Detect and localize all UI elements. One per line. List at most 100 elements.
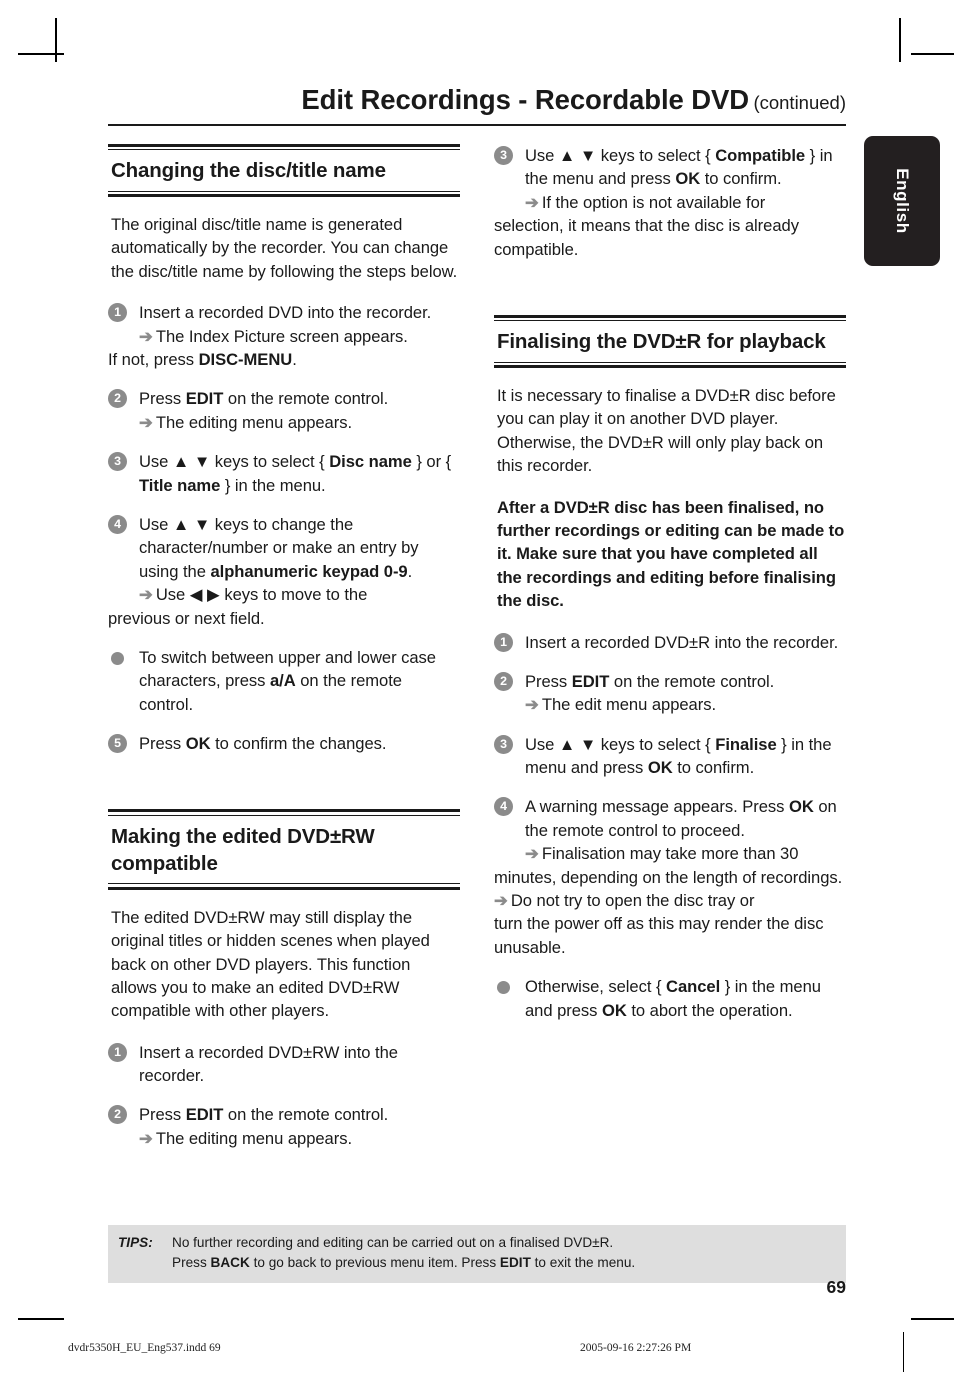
- language-tab-english: English: [864, 136, 940, 266]
- rule-thick: [494, 314, 846, 318]
- tips-line2-e: to exit the menu.: [530, 1255, 636, 1271]
- rule-thick: [108, 886, 460, 890]
- bullet-item: Otherwise, select { Cancel } in the menu…: [494, 975, 846, 1022]
- step-text: Insert a recorded DVD into the recorder.: [139, 303, 432, 323]
- step-plain-2: } or {: [411, 452, 452, 472]
- arrow-icon: ➔: [494, 891, 508, 911]
- step-plain-2: on the remote control.: [223, 1105, 389, 1125]
- heading-text: Making the edited DVD±RW compatible: [111, 824, 375, 876]
- step-plain: Use ▲ ▼ keys to select {: [525, 146, 716, 165]
- step-plain: Press: [139, 389, 186, 409]
- step-plain: Press: [139, 734, 186, 754]
- bullet-bold: a/A: [269, 671, 296, 691]
- step-bold: OK: [185, 734, 211, 754]
- step-plain-3: to confirm.: [672, 758, 755, 778]
- section-heading-changing-disc-title-name: Changing the disc/title name: [108, 144, 460, 198]
- step-item: 2 Press EDIT on the remote control. ➔ The…: [108, 387, 460, 434]
- subnote-text: The editing menu appears.: [155, 412, 353, 432]
- step-plain: Use ▲ ▼ keys to select {: [525, 734, 716, 754]
- step-bold: Compatible: [715, 146, 806, 165]
- step-tail: minutes, depending on the length of reco…: [494, 867, 843, 887]
- step-item: 5 Press OK to confirm the changes.: [108, 732, 460, 755]
- step-plain-2: to confirm the changes.: [210, 734, 387, 754]
- step-tail: previous or next field.: [108, 608, 265, 628]
- crop-mark-bottom-left-horizontal: [18, 1318, 64, 1320]
- step-bold: EDIT: [185, 1105, 224, 1125]
- step-subnote: ➔ If the option is not available for: [525, 191, 846, 214]
- section-heading-making-edited-dvdrw-compatible: Making the edited DVD±RW compatible: [108, 809, 460, 890]
- section2-intro-paragraph: The edited DVD±RW may still display the …: [111, 907, 430, 1021]
- step-plain: Press: [525, 671, 572, 691]
- rule-thin: [108, 190, 460, 192]
- step-marker: 1: [108, 1042, 127, 1062]
- step-bold-2: OK: [647, 758, 673, 778]
- tips-box: TIPS: No further recording and editing c…: [108, 1225, 846, 1283]
- tail-plain: If not, press: [108, 349, 199, 369]
- step-item: 1 Insert a recorded DVD into the recorde…: [108, 301, 460, 371]
- tips-lines: No further recording and editing can be …: [172, 1233, 846, 1274]
- step-subnote-2: ➔ Do not try to open the disc tray or: [494, 889, 846, 912]
- step-item-continued: 3 Use ▲ ▼ keys to select { Compatible } …: [494, 144, 846, 261]
- step-marker: 1: [108, 303, 127, 323]
- step-subnote: ➔ Finalisation may take more than 30: [525, 842, 846, 865]
- subnote-text: If the option is not available for: [541, 192, 766, 212]
- running-head: Edit Recordings - Recordable DVD (contin…: [108, 84, 846, 120]
- subnote-text: The Index Picture screen appears.: [155, 326, 408, 346]
- tail-bold: DISC-MENU: [198, 349, 293, 369]
- step-subnote: ➔ The Index Picture screen appears.: [139, 325, 460, 348]
- subnote-text: Finalisation may take more than 30: [541, 844, 799, 864]
- step-item: 3 Use ▲ ▼ keys to select { Finalise } in…: [494, 733, 846, 780]
- step-item: 1 Insert a recorded DVD±R into the recor…: [494, 631, 846, 654]
- arrow-icon: ➔: [525, 844, 539, 864]
- rule-thick: [108, 194, 460, 198]
- step-subnote: ➔ The editing menu appears.: [139, 411, 460, 434]
- step-marker: 5: [108, 734, 127, 754]
- step-plain: A warning message appears. Press: [525, 797, 789, 817]
- subnote-text-2: Do not try to open the disc tray or: [510, 891, 755, 911]
- step-item: 4 A warning message appears. Press OK on…: [494, 795, 846, 959]
- bullet-bold-2: OK: [601, 1000, 627, 1020]
- tips-line2-c: to go back to previous menu item. Press: [249, 1255, 500, 1271]
- step-bold: EDIT: [571, 671, 610, 691]
- step-bold: Disc name: [329, 452, 412, 472]
- bullet-bold: Cancel: [666, 977, 721, 997]
- step-plain: Press: [139, 1105, 186, 1125]
- section1-intro-paragraph: The original disc/title name is generate…: [111, 215, 458, 281]
- step-marker: 2: [108, 389, 127, 409]
- right-column: 3 Use ▲ ▼ keys to select { Compatible } …: [494, 144, 846, 1166]
- bullet-dot-icon: [111, 651, 124, 665]
- step-tail: If not, press DISC-MENU.: [108, 348, 460, 371]
- print-footer-timestamp: 2005-09-16 2:27:26 PM: [580, 1342, 692, 1354]
- step-tail: selection, it means that the disc is alr…: [494, 216, 799, 259]
- step-plain-3: to confirm.: [700, 169, 782, 189]
- step-plain-2: .: [407, 561, 413, 581]
- step-marker: 3: [494, 146, 513, 165]
- subnote-text: The editing menu appears.: [155, 1128, 353, 1148]
- heading-text: Changing the disc/title name: [111, 159, 386, 183]
- step-plain: Insert a recorded DVD±RW into the record…: [139, 1042, 398, 1086]
- step-bold-2: Title name: [139, 475, 221, 495]
- tail-plain-2: .: [292, 349, 297, 369]
- step-item: 1 Insert a recorded DVD±RW into the reco…: [108, 1041, 460, 1088]
- rule-thick: [494, 364, 846, 368]
- tips-line2-key-edit: EDIT: [499, 1255, 531, 1271]
- bullet-dot-icon: [497, 981, 510, 995]
- page-title: Edit Recordings - Recordable DVD: [301, 84, 749, 115]
- arrow-icon: ➔: [139, 412, 153, 432]
- arrow-icon: ➔: [139, 585, 153, 605]
- language-tab-label: English: [893, 168, 912, 234]
- page-number: 69: [826, 1277, 846, 1297]
- step-marker: 1: [494, 632, 513, 652]
- step-marker: 3: [108, 452, 127, 472]
- step-plain: Insert a recorded DVD±R into the recorde…: [525, 632, 839, 652]
- step-plain-3: } in the menu.: [220, 475, 326, 495]
- step-bold-2: OK: [675, 169, 701, 189]
- heading-rules-bottom: [108, 883, 460, 890]
- step-subnote: ➔ The editing menu appears.: [139, 1127, 460, 1150]
- tips-line2-key-back: BACK: [210, 1255, 250, 1271]
- bullet-plain: Otherwise, select {: [525, 977, 667, 997]
- heading-text: Finalising the DVD±R for playback: [497, 330, 826, 354]
- rule-thick: [108, 144, 460, 147]
- arrow-icon: ➔: [525, 192, 539, 212]
- step-bold: OK: [789, 797, 814, 817]
